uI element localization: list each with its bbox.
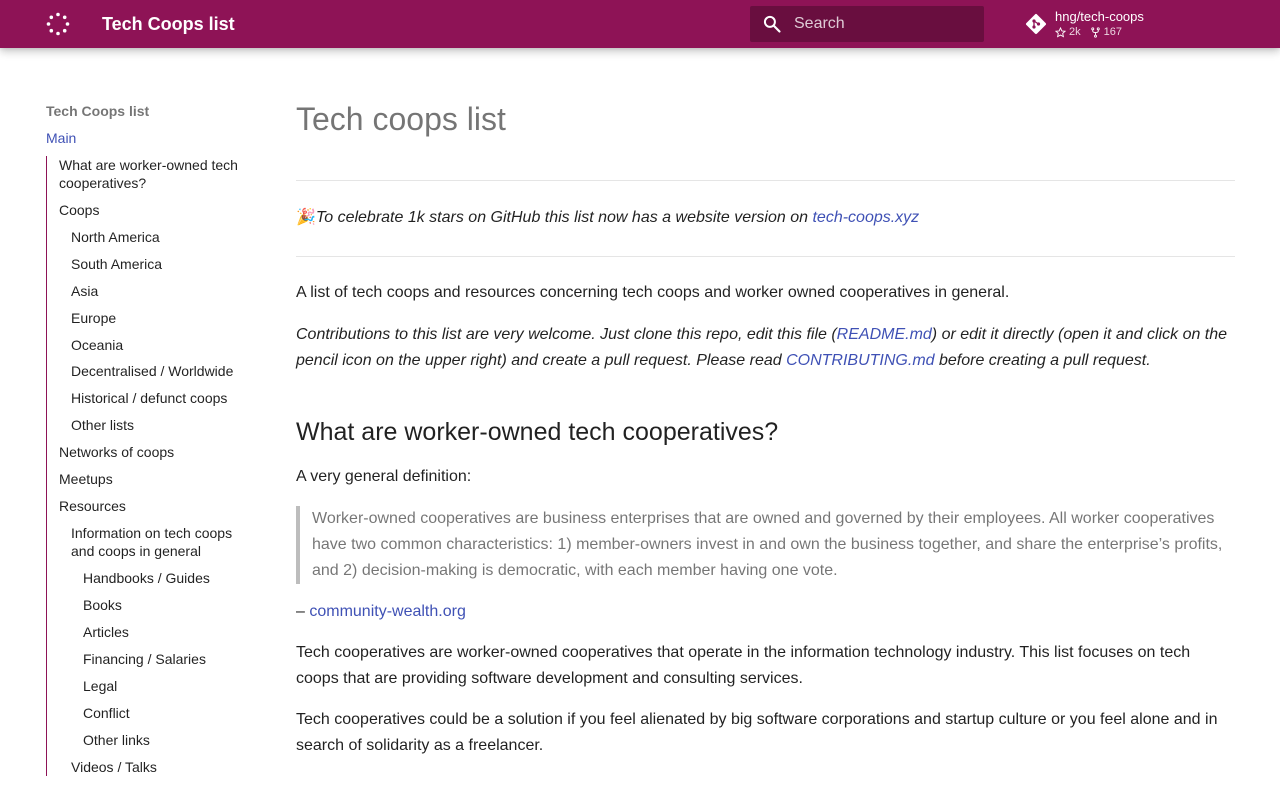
- search-input[interactable]: [794, 6, 978, 42]
- repo-name: hng/tech-coops: [1055, 9, 1144, 24]
- nav-item-handbooks[interactable]: Handbooks / Guides: [83, 569, 210, 587]
- nav-item-financing[interactable]: Financing / Salaries: [83, 650, 206, 668]
- section-heading: What are worker-owned tech cooperatives?: [296, 418, 779, 446]
- search-box[interactable]: [750, 6, 984, 42]
- nav-item-north-america[interactable]: North America: [71, 228, 160, 246]
- contribution-text: before creating a pull request.: [934, 352, 1151, 369]
- nav-item-videos[interactable]: Videos / Talks: [71, 758, 157, 776]
- nav-item-other-links[interactable]: Other links: [83, 731, 150, 749]
- contribution-text: Contributions to this list are very welc…: [296, 326, 837, 343]
- party-popper-icon: 🎉: [296, 209, 316, 226]
- nav-item-information[interactable]: Information on tech coops and coops in g…: [71, 524, 246, 560]
- nav-item-coops[interactable]: Coops: [59, 201, 99, 219]
- nav-item-historical[interactable]: Historical / defunct coops: [71, 389, 227, 407]
- attribution-dash: –: [296, 603, 310, 620]
- nav-item-main[interactable]: Main: [46, 129, 76, 147]
- quote-attribution: – community-wealth.org: [296, 599, 1235, 625]
- git-icon: [1026, 14, 1046, 34]
- nav-item-oceania[interactable]: Oceania: [71, 336, 123, 354]
- nav-title: Tech Coops list: [46, 103, 150, 119]
- celebrate-note: 🎉To celebrate 1k stars on GitHub this li…: [296, 205, 919, 231]
- top-bar: Tech Coops list hng/tech-coops 2k 167: [0, 0, 1280, 48]
- repo-forks-count: 167: [1103, 26, 1122, 38]
- divider: [296, 256, 1235, 257]
- repo-stars: 2k: [1055, 26, 1081, 38]
- nav-rail: [46, 156, 47, 776]
- repo-stars-count: 2k: [1069, 26, 1081, 38]
- search-icon[interactable]: [762, 14, 782, 34]
- intro-text: A list of tech coops and resources conce…: [296, 284, 1010, 301]
- nav-item-networks[interactable]: Networks of coops: [59, 443, 174, 461]
- nav-item-legal[interactable]: Legal: [83, 677, 117, 695]
- celebrate-text: To celebrate 1k stars on GitHub this lis…: [315, 209, 813, 226]
- nav-item-articles[interactable]: Articles: [83, 623, 129, 641]
- site-title[interactable]: Tech Coops list: [102, 12, 235, 36]
- nav-item-resources[interactable]: Resources: [59, 497, 126, 515]
- nav-item-conflict[interactable]: Conflict: [83, 704, 130, 722]
- readme-link[interactable]: README.md: [837, 326, 932, 343]
- fork-icon: [1090, 26, 1100, 38]
- dotted-circle-icon[interactable]: [46, 12, 70, 36]
- contributing-link[interactable]: CONTRIBUTING.md: [786, 352, 934, 369]
- nav-item-asia[interactable]: Asia: [71, 282, 98, 300]
- definition-quote: Worker-owned cooperatives are business e…: [296, 506, 1235, 584]
- page-title: Tech coops list: [296, 101, 506, 137]
- nav-item-meetups[interactable]: Meetups: [59, 470, 113, 488]
- community-wealth-link[interactable]: community-wealth.org: [309, 603, 466, 620]
- contribution-note: Contributions to this list are very welc…: [296, 322, 1235, 374]
- nav-item-other-lists[interactable]: Other lists: [71, 416, 134, 434]
- nav-item-what-are[interactable]: What are worker-owned tech cooperatives?: [59, 156, 246, 192]
- repo-link[interactable]: hng/tech-coops 2k 167: [1024, 8, 1264, 40]
- tech-coops-solution: Tech cooperatives could be a solution if…: [296, 711, 1218, 754]
- divider: [296, 180, 1235, 181]
- nav-item-south-america[interactable]: South America: [71, 255, 162, 273]
- nav-item-europe[interactable]: Europe: [71, 309, 116, 327]
- star-icon: [1055, 26, 1066, 38]
- website-link[interactable]: tech-coops.xyz: [812, 209, 919, 226]
- definition-intro: A very general definition:: [296, 468, 472, 485]
- tech-coops-description: Tech cooperatives are worker-owned coope…: [296, 644, 1191, 687]
- nav-item-decentralised[interactable]: Decentralised / Worldwide: [71, 362, 233, 380]
- repo-forks: 167: [1090, 26, 1122, 38]
- nav-item-books[interactable]: Books: [83, 596, 122, 614]
- quote-text: Worker-owned cooperatives are business e…: [312, 510, 1223, 579]
- repo-facts: 2k 167: [1055, 26, 1122, 38]
